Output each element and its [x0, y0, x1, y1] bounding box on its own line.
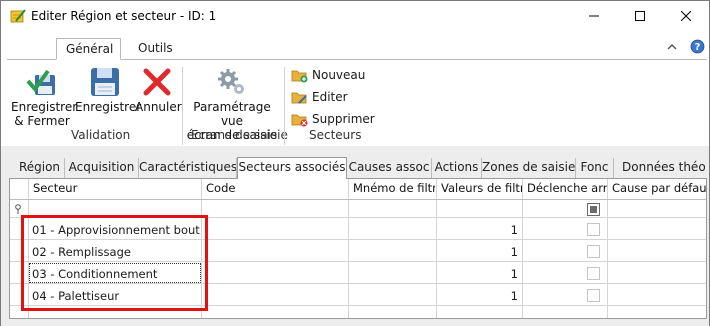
save-close-label-line1: Enregistrer: [11, 100, 78, 114]
tab-fonc[interactable]: Fonc: [576, 158, 614, 178]
cancel-button[interactable]: Annuler: [135, 67, 182, 114]
delete-button[interactable]: Supprimer: [291, 110, 375, 128]
gears-icon: [218, 69, 244, 94]
tab-caracteristiques[interactable]: Caractéristiques: [139, 158, 237, 178]
minimize-button[interactable]: [571, 1, 617, 31]
save-label: Enregistrer: [75, 100, 142, 114]
collapse-ribbon-icon[interactable]: [667, 41, 677, 54]
pencil-notebook-icon: [10, 9, 26, 23]
column-header-cause[interactable]: Cause par défaut: [609, 179, 706, 199]
delete-folder-icon: [291, 114, 308, 126]
new-label: Nouveau: [312, 68, 366, 82]
tab-actions[interactable]: Actions: [432, 158, 482, 178]
column-header-declenche[interactable]: Déclenche arrêt: [524, 179, 607, 199]
tab-region[interactable]: Région: [15, 158, 65, 178]
delete-label: Supprimer: [312, 112, 375, 126]
declenche-checkbox[interactable]: [587, 245, 600, 258]
title-bar: Editer Région et secteur - ID: 1: [1, 1, 709, 31]
table-row-valeurs[interactable]: 1: [438, 245, 518, 259]
column-header-mnemo[interactable]: Mnémo de filtre: [350, 179, 435, 199]
highlight-box: [21, 215, 208, 311]
save-close-label-line2: & Fermer: [14, 114, 70, 128]
ribbon-group-separator: [182, 67, 183, 145]
save-button[interactable]: Enregistrer: [75, 67, 142, 114]
tab-donnees-theoriques[interactable]: Données théoriq: [614, 158, 706, 178]
table-row-valeurs[interactable]: 1: [438, 223, 518, 237]
svg-text:?: ?: [695, 42, 701, 53]
tab-causes-assoc[interactable]: Causes assoc: [347, 158, 432, 178]
close-button[interactable]: [663, 1, 709, 31]
tab-secteurs-associes[interactable]: Secteurs associés: [237, 157, 347, 179]
grid-header-line: [10, 199, 706, 200]
new-folder-icon: [291, 70, 308, 82]
column-header-valeurs[interactable]: Valeurs de filtre: [438, 179, 522, 199]
ribbon-tab-outils[interactable]: Outils: [129, 38, 182, 60]
group-label-secteurs: Secteurs: [309, 128, 362, 142]
help-icon[interactable]: ?: [690, 39, 705, 57]
window-title: Editer Région et secteur - ID: 1: [31, 9, 217, 23]
ribbon-group-separator: [284, 67, 285, 145]
minimize-icon: [589, 15, 599, 17]
save-icon: [91, 68, 119, 96]
ribbon-tab-general[interactable]: Général: [56, 38, 121, 60]
save-close-icon: [26, 69, 55, 95]
table-row-valeurs[interactable]: 1: [438, 267, 518, 281]
column-header-code[interactable]: Code: [203, 179, 347, 199]
new-button[interactable]: Nouveau: [291, 66, 365, 84]
declenche-checkbox[interactable]: [587, 289, 600, 302]
maximize-button[interactable]: [617, 1, 663, 31]
edit-label: Editer: [312, 90, 348, 104]
save-close-button[interactable]: Enregistrer & Fermer: [11, 67, 78, 128]
edit-button[interactable]: Editer: [291, 88, 348, 106]
tab-zones-de-saisie[interactable]: Zones de saisie: [482, 158, 576, 178]
maximize-icon: [635, 11, 645, 21]
close-icon: [681, 11, 691, 21]
tab-acquisition[interactable]: Acquisition: [65, 158, 139, 178]
table-row-valeurs[interactable]: 1: [438, 289, 518, 303]
column-header-secteur[interactable]: Secteur: [30, 179, 200, 199]
editor-window: Editer Région et secteur - ID: 1 Général…: [0, 0, 710, 326]
declenche-checkbox[interactable]: [587, 223, 600, 236]
filter-declenche-checkbox[interactable]: [587, 203, 600, 216]
edit-folder-icon: [291, 92, 307, 104]
declenche-checkbox[interactable]: [587, 267, 600, 280]
cancel-icon: [143, 68, 171, 96]
screen-settings-label-line1: Paramétrage vue: [193, 100, 271, 128]
filter-pin-icon: [15, 204, 21, 214]
cancel-label: Annuler: [135, 100, 182, 114]
group-label-validation: Validation: [71, 128, 131, 142]
group-label-ecrans: Ecrans de saisie: [191, 128, 288, 142]
